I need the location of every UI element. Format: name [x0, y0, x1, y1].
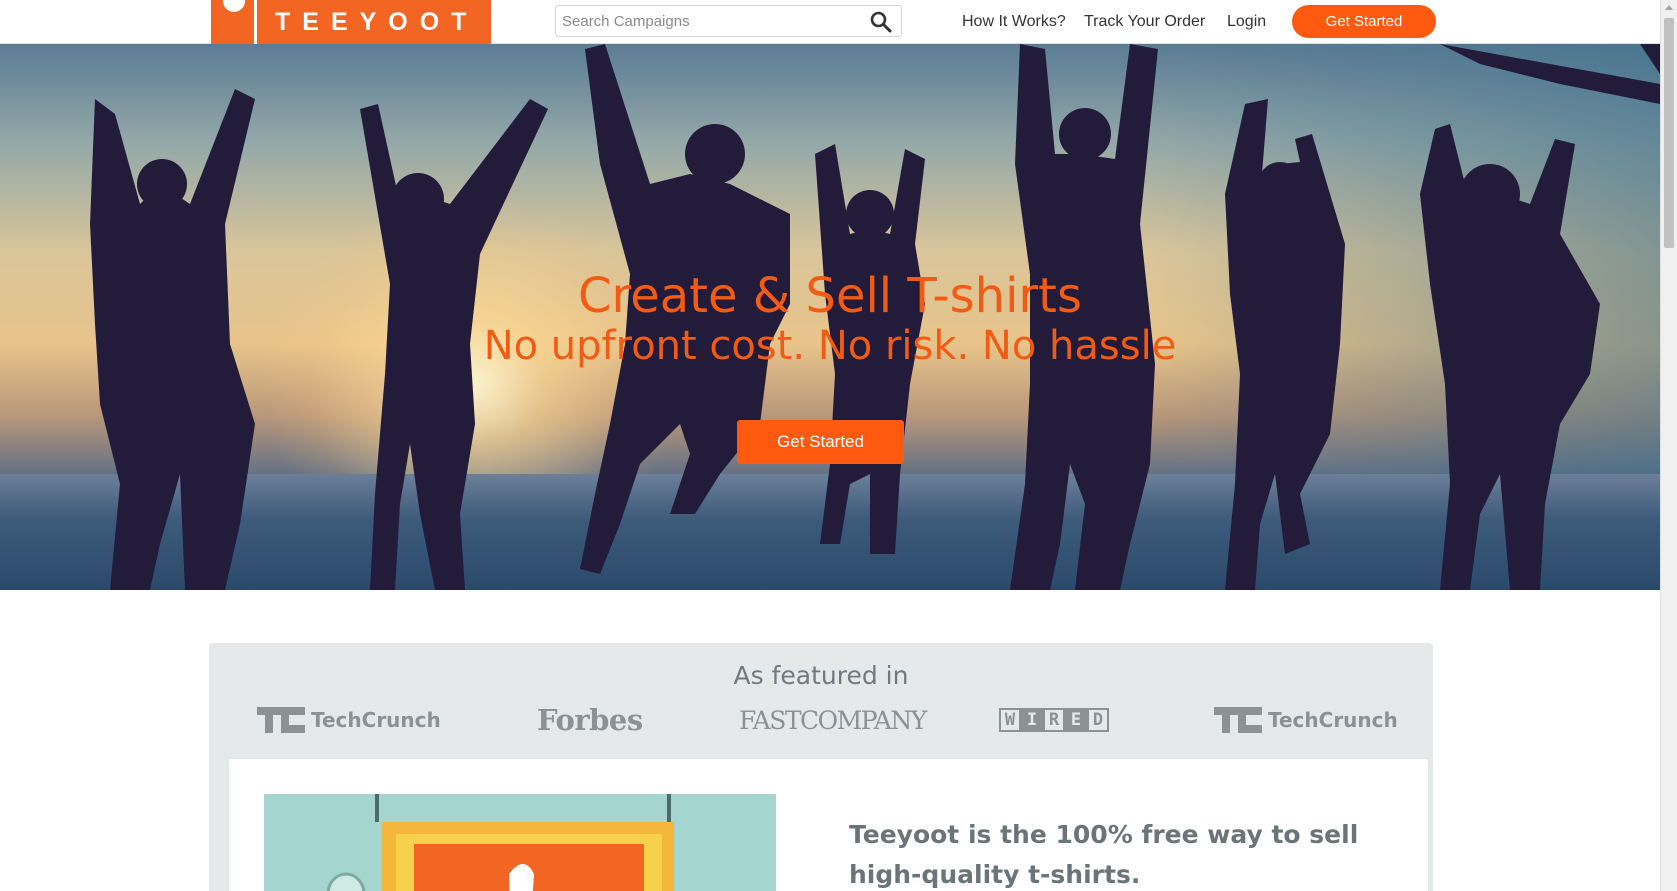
- hero-title: Create & Sell T-shirts: [578, 268, 1082, 324]
- page: TEEYOOT How It Works? Track Your Order L…: [0, 0, 1677, 891]
- site-header: TEEYOOT How It Works? Track Your Order L…: [0, 0, 1660, 44]
- hero-get-started-button[interactable]: Get Started: [737, 420, 904, 464]
- techcrunch-icon: [257, 707, 305, 733]
- logo-text: TEEYOOT: [275, 8, 479, 36]
- scroll-up-arrow-icon[interactable]: [1665, 5, 1673, 10]
- search-icon[interactable]: [869, 10, 893, 34]
- scroll-thumb[interactable]: [1664, 18, 1674, 248]
- teeyoot-logo-icon: [211, 0, 257, 44]
- search-input[interactable]: [562, 9, 862, 33]
- hero-banner: Create & Sell T-shirts No upfront cost. …: [0, 44, 1660, 590]
- hero-subtitle: No upfront cost. No risk. No hassle: [483, 323, 1177, 369]
- wired-logo: W I R E D: [999, 705, 1109, 735]
- featured-title: As featured in: [733, 661, 909, 690]
- header-get-started-button[interactable]: Get Started: [1292, 5, 1436, 38]
- vertical-scrollbar[interactable]: [1660, 0, 1677, 891]
- techcrunch-logo-2: TechCrunch: [1214, 705, 1398, 735]
- techcrunch-logo: TechCrunch: [257, 705, 441, 735]
- illustration-drawing: [326, 794, 674, 891]
- forbes-logo: Forbes: [537, 703, 643, 737]
- search-box: [555, 5, 902, 37]
- nav-how-it-works[interactable]: How It Works?: [962, 13, 1066, 31]
- techcrunch-icon: [1214, 707, 1262, 733]
- about-text: Teeyoot is the 100% free way to sell hig…: [849, 820, 1359, 889]
- shop-illustration: [264, 794, 776, 891]
- nav-login[interactable]: Login: [1227, 13, 1266, 31]
- nav-track-order[interactable]: Track Your Order: [1084, 13, 1205, 31]
- logo-link[interactable]: TEEYOOT: [211, 0, 491, 44]
- fast-company-logo: FASTCOMPANY: [739, 705, 927, 735]
